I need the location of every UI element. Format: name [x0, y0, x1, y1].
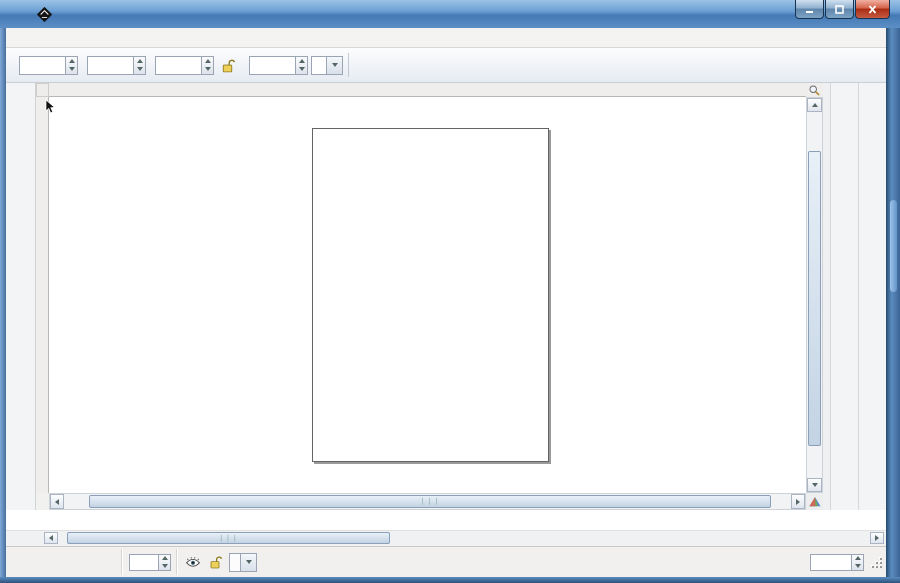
w-spinner[interactable] — [201, 56, 214, 75]
y-spinner[interactable] — [133, 56, 146, 75]
selector-toolbar — [6, 48, 886, 83]
pointer-cursor — [44, 99, 57, 114]
cursor-coordinates — [788, 550, 800, 574]
window-border — [0, 577, 900, 583]
layer-selector[interactable] — [229, 553, 257, 572]
palette-scroll-right-button[interactable] — [870, 532, 884, 544]
w-field[interactable] — [155, 56, 201, 75]
canvas[interactable] — [49, 97, 806, 493]
menubar — [6, 28, 886, 48]
main-area: ❘❘❘ — [6, 83, 886, 510]
palette-scroll-thumb[interactable]: ❘❘❘ — [67, 532, 390, 544]
inkscape-window: ❘❘❘ ❘❘❘ — [0, 0, 900, 583]
layer-visibility-eye-icon[interactable] — [183, 553, 203, 572]
toolbox — [6, 83, 36, 510]
chevron-down-icon[interactable] — [326, 57, 342, 74]
opacity-spinner[interactable] — [159, 554, 171, 571]
titlebar[interactable] — [0, 0, 900, 28]
window-border — [0, 28, 6, 577]
snap-toolbar — [858, 83, 886, 510]
h-field[interactable] — [249, 56, 295, 75]
inkscape-logo-icon — [36, 6, 53, 23]
window-border — [890, 200, 897, 292]
horizontal-scrollbar[interactable]: ❘❘❘ — [49, 493, 806, 510]
y-field[interactable] — [87, 56, 133, 75]
vertical-scrollbar[interactable] — [806, 97, 823, 493]
x-field[interactable] — [19, 56, 65, 75]
horizontal-ruler[interactable] — [49, 83, 806, 97]
unit-combobox[interactable] — [311, 56, 343, 75]
scroll-left-button[interactable] — [50, 494, 64, 509]
scroll-up-button[interactable] — [807, 98, 822, 112]
commands-bar — [830, 83, 858, 510]
palette-scrollbar[interactable]: ❘❘❘ — [6, 530, 886, 546]
scroll-down-button[interactable] — [807, 478, 822, 492]
color-palette — [6, 510, 886, 530]
resize-grip[interactable] — [870, 556, 882, 568]
palette-scroll-left-button[interactable] — [44, 532, 58, 544]
statusbar — [6, 546, 886, 577]
opacity-field[interactable] — [129, 554, 159, 571]
vertical-scroll-thumb[interactable] — [808, 151, 821, 446]
zoom-spinner[interactable] — [852, 554, 864, 571]
h-spinner[interactable] — [295, 56, 308, 75]
close-button[interactable] — [855, 0, 890, 19]
vertical-ruler[interactable] — [36, 97, 49, 493]
minimize-button[interactable] — [795, 0, 824, 19]
chevron-down-icon[interactable] — [240, 554, 256, 571]
lock-ratio-button[interactable] — [216, 54, 238, 76]
magnifier-icon — [806, 83, 823, 97]
zoom-field[interactable] — [810, 554, 852, 571]
x-spinner[interactable] — [65, 56, 78, 75]
maximize-button[interactable] — [825, 0, 854, 19]
layer-lock-icon[interactable] — [205, 553, 225, 572]
document-page — [312, 128, 549, 462]
scroll-right-button[interactable] — [791, 494, 805, 509]
horizontal-scroll-thumb[interactable]: ❘❘❘ — [89, 495, 771, 508]
window-border — [886, 28, 900, 577]
ruler-corner — [36, 83, 49, 97]
color-management-icon[interactable] — [806, 493, 823, 510]
